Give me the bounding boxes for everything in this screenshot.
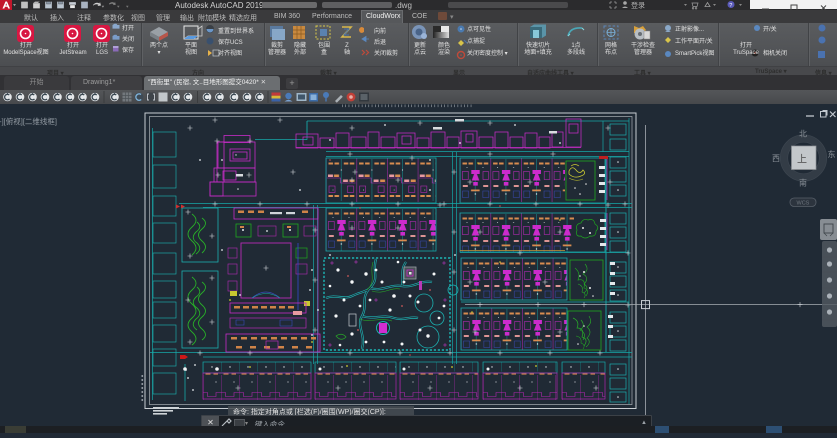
svg-text:南: 南	[799, 178, 807, 188]
svg-text:西: 西	[772, 154, 780, 163]
svg-text:上: 上	[797, 154, 807, 166]
svg-text:WCS: WCS	[797, 201, 810, 207]
svg-text:[-][俯视][二维线框]: [-][俯视][二维线框]	[0, 116, 57, 126]
svg-text:?: ?	[729, 3, 732, 9]
svg-text:东: 东	[828, 149, 836, 159]
svg-text:北: 北	[799, 130, 807, 139]
svg-text:登录: 登录	[631, 1, 645, 10]
